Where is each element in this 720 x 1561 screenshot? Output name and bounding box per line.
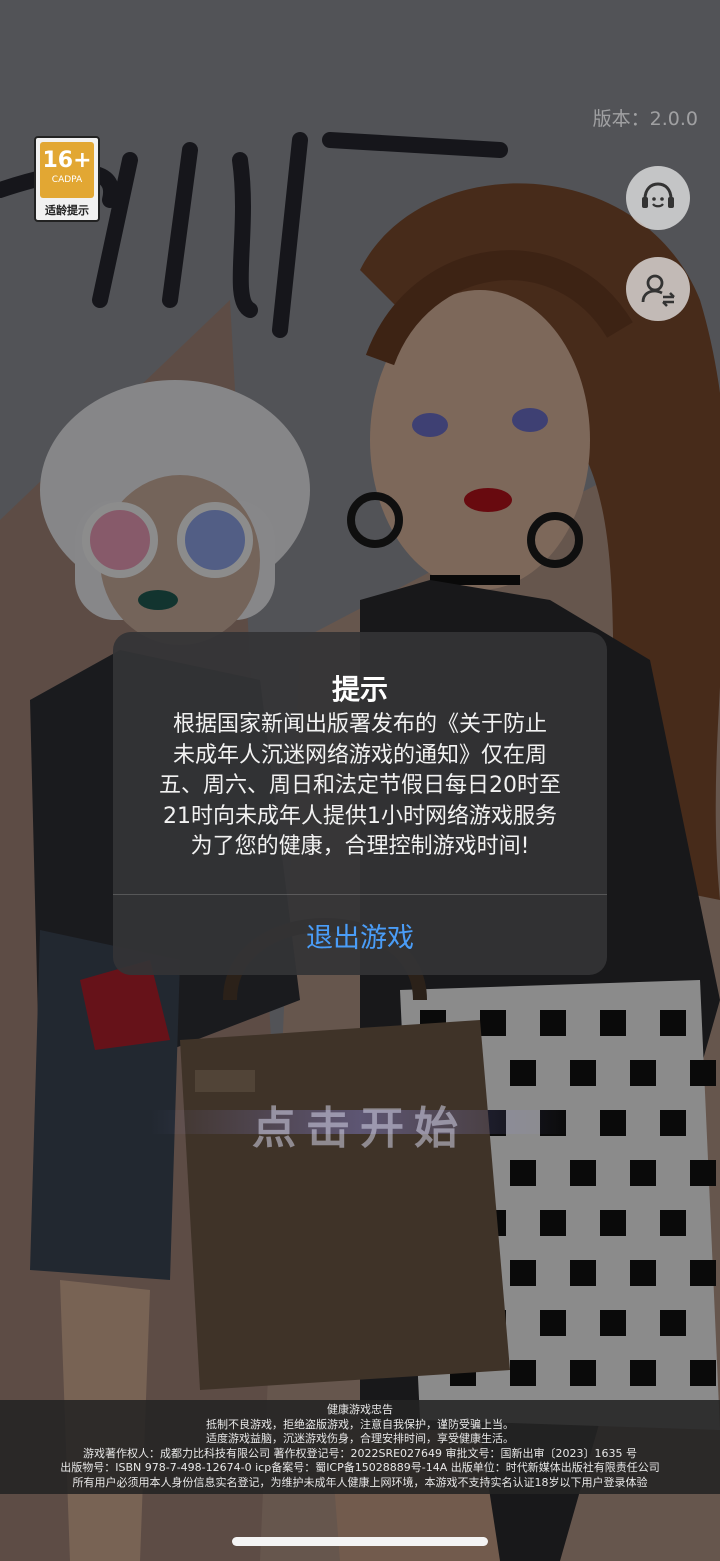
dialog-message-line: 根据国家新闻出版署发布的《关于防止 — [172, 712, 547, 737]
home-indicator[interactable] — [232, 1537, 488, 1546]
dialog-message-line: 未成年人沉迷网络游戏的通知》仅在周 — [172, 742, 547, 768]
exit-game-button[interactable]: 退出游戏 — [113, 895, 607, 975]
headset-support-icon — [642, 182, 674, 208]
age-rating-badge[interactable]: 16+ CADPA 适龄提示 — [34, 136, 100, 222]
version-label: 版本：2.0.0 — [592, 108, 698, 130]
footer-line: 所有用户必须用本人身份信息实名登记，为维护未成年人健康上网环境，本游戏不支持实名… — [72, 1475, 648, 1489]
age-rating-plate: 16+ CADPA — [40, 142, 94, 198]
customer-support-button[interactable] — [626, 166, 690, 230]
age-rating-number: 16+ — [42, 148, 92, 173]
footer-line: 健康游戏忠告 — [327, 1403, 393, 1416]
age-rating-org: CADPA — [51, 175, 83, 185]
dialog-message: 根据国家新闻出版署发布的《关于防止 未成年人沉迷网络游戏的通知》仅在周 五、周六… — [143, 710, 577, 863]
dialog-message-line: 五、周六、周日和法定节假日每日20时至 — [159, 773, 561, 798]
dialog-message-line: 为了您的健康，合理控制游戏时间! — [190, 834, 530, 859]
switch-account-button[interactable] — [626, 257, 690, 321]
switch-account-icon — [641, 274, 675, 307]
footer-line: 游戏著作权人：成都力比科技有限公司 著作权登记号：2022SRE027649 审… — [82, 1446, 638, 1460]
tap-to-start-label[interactable]: 点击开始 — [0, 1092, 720, 1156]
dialog-message-line: 21时向未成年人提供1小时网络游戏服务 — [163, 803, 557, 829]
age-rating-label: 适龄提示 — [45, 204, 89, 217]
anti-addiction-dialog: 提示 根据国家新闻出版署发布的《关于防止 未成年人沉迷网络游戏的通知》仅在周 五… — [113, 632, 607, 975]
footer-line: 抵制不良游戏，拒绝盗版游戏，注意自我保护，谨防受骗上当。 — [206, 1417, 514, 1431]
footer-line: 出版物号：ISBN 978-7-498-12674-0 icp备案号：蜀ICP备… — [60, 1461, 660, 1474]
dialog-title: 提示 — [331, 673, 388, 706]
health-advisory-footer: 健康游戏忠告 抵制不良游戏，拒绝盗版游戏，注意自我保护，谨防受骗上当。 适度游戏… — [0, 1400, 720, 1494]
footer-line: 适度游戏益脑，沉迷游戏伤身，合理安排时间，享受健康生活。 — [206, 1432, 514, 1445]
